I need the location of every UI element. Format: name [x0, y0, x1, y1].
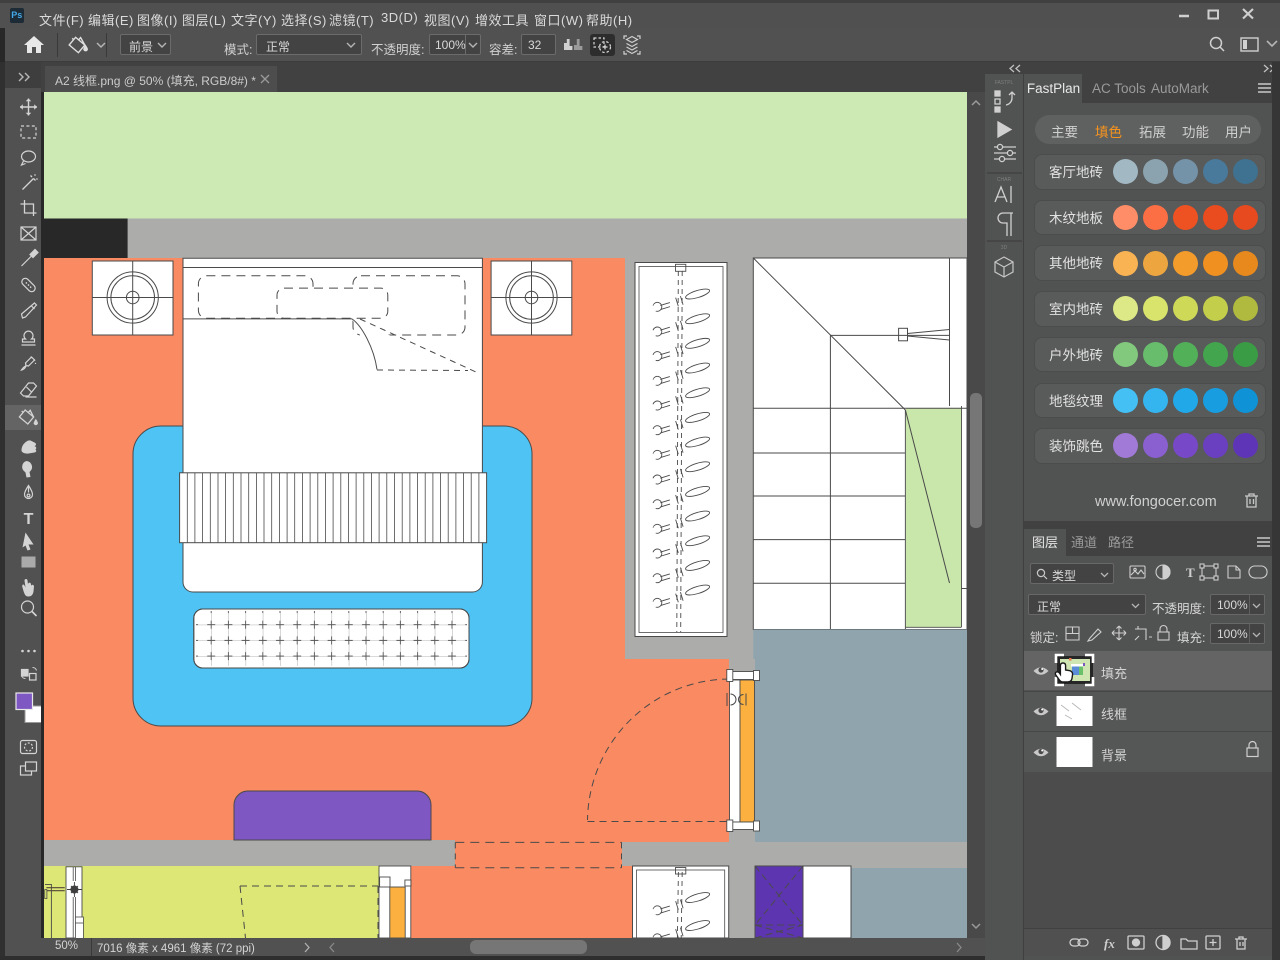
svg-text:T: T [24, 511, 34, 528]
svg-text:CHAR: CHAR [997, 177, 1012, 183]
svg-text:FASTPL: FASTPL [995, 80, 1014, 86]
svg-text:3D: 3D [1001, 245, 1008, 251]
